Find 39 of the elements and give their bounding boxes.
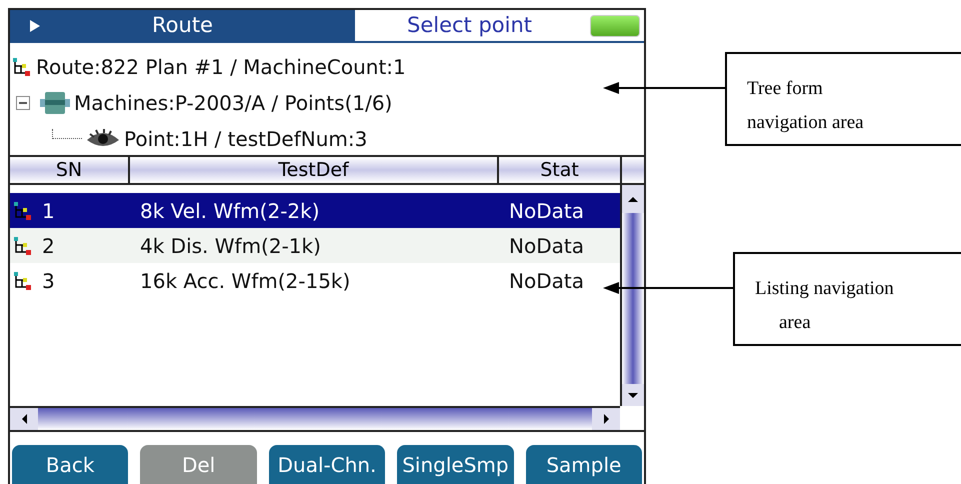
horizontal-scrollbar[interactable]	[10, 406, 620, 430]
table-cell-text: 8k Vel. Wfm(2-2k)	[140, 198, 321, 224]
table-cell-text: 3	[42, 268, 56, 294]
scroll-up-icon[interactable]	[628, 196, 638, 202]
header-tab[interactable]: Route	[10, 10, 355, 41]
table-cell-text: 1	[42, 198, 56, 224]
table-cell-text: NoData	[509, 198, 584, 224]
table-row[interactable]: 1 8k Vel. Wfm(2-2k) NoData	[10, 193, 620, 228]
scroll-down-icon[interactable]	[628, 392, 638, 398]
tree-icon	[13, 200, 33, 220]
table-row[interactable]: 2 4k Dis. Wfm(2-1k) NoData	[10, 228, 620, 263]
play-icon	[30, 20, 40, 32]
softkey-button[interactable]: Dual-Chn.	[268, 445, 386, 484]
tree-icon	[12, 57, 32, 77]
callout-text: area	[778, 311, 812, 335]
scroll-right-icon[interactable]	[604, 414, 608, 424]
softkey-button[interactable]: Sample	[526, 445, 642, 484]
table-cell-text: NoData	[509, 232, 584, 260]
table-cell-text: 2	[42, 232, 56, 260]
table-cell-text: NoData	[509, 268, 584, 294]
collapse-toggle[interactable]	[16, 96, 30, 110]
tree-node-label[interactable]: Machines:P-2003/A / Points(1/6)	[74, 88, 392, 118]
scroll-left-icon[interactable]	[22, 414, 26, 424]
tree-icon	[13, 270, 33, 290]
vertical-scrollbar[interactable]	[620, 185, 644, 406]
machine-icon	[40, 90, 70, 116]
callout-text: navigation area	[747, 111, 865, 135]
column-header[interactable]: TestDef	[130, 157, 499, 183]
softkey-button[interactable]: SingleSmp	[397, 445, 514, 484]
tree-node-label[interactable]: Route:822 Plan #1 / MachineCount:1	[36, 52, 406, 82]
battery-icon	[590, 15, 640, 37]
table-cell-text: 4k Dis. Wfm(2-1k)	[140, 232, 322, 260]
tree-node-label[interactable]: Point:1H / testDefNum:3	[124, 124, 368, 154]
callout-text: Tree form	[747, 77, 824, 101]
tree-icon	[13, 236, 33, 256]
callout-text: Listing navigation	[755, 277, 895, 301]
column-header[interactable]: SN	[10, 157, 130, 183]
table-cell-text: 16k Acc. Wfm(2-15k)	[140, 268, 352, 294]
softkey-button[interactable]: Back	[12, 445, 128, 484]
